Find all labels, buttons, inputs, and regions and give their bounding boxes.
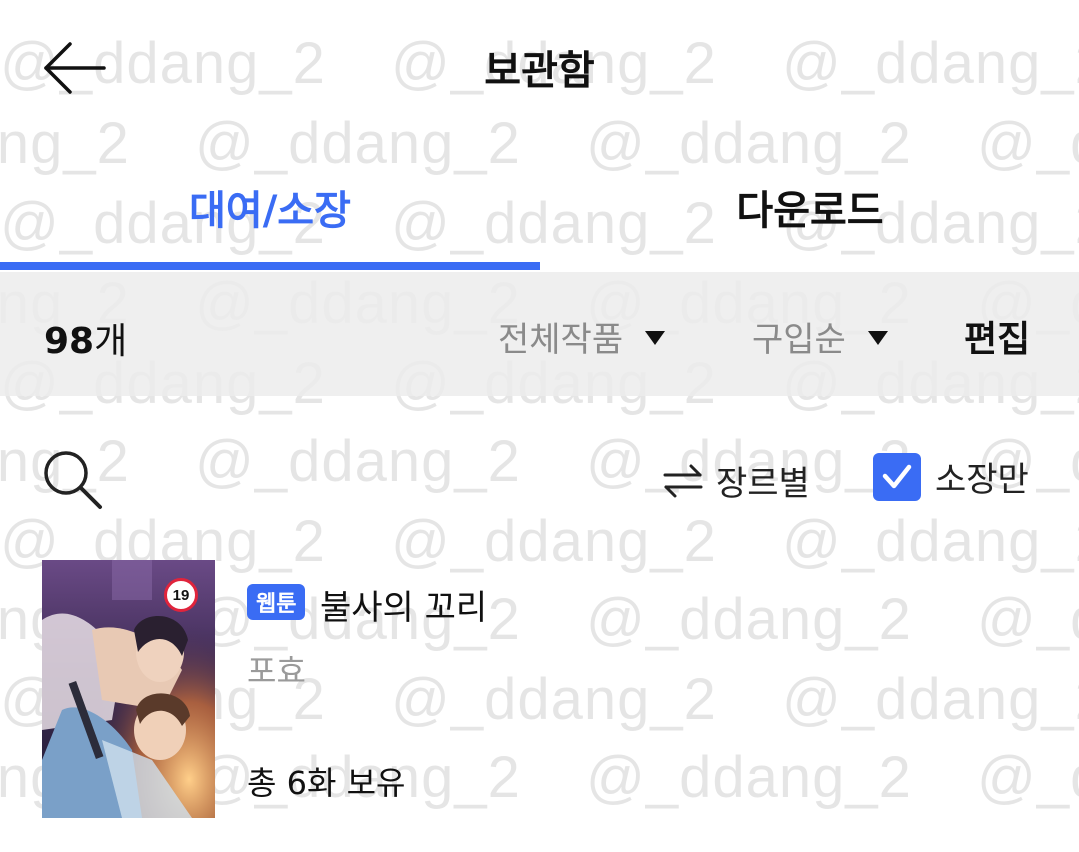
page-title: 보관함: [484, 48, 595, 94]
owned-only-checkbox[interactable]: [873, 452, 921, 501]
item-count-unit: 개: [94, 321, 128, 362]
search-button[interactable]: [40, 446, 106, 512]
search-icon: [44, 451, 102, 509]
caret-down-icon: [867, 331, 888, 345]
app-header: 보관함: [0, 0, 1079, 130]
tab-label: 대여/소장: [189, 188, 351, 234]
age-rating-badge: 19: [164, 578, 198, 612]
content-type-badge: 웹툰: [247, 584, 306, 620]
item-count-number: 98: [44, 321, 95, 362]
owned-episodes: 총 6화 보유: [247, 764, 406, 802]
toolbar-row: 장르별 소장만: [0, 430, 1079, 530]
sort-label: 구입순: [752, 319, 846, 360]
checkmark-icon: [882, 464, 912, 488]
item-author: 포효: [247, 652, 306, 690]
genre-sort-button[interactable]: 장르별: [662, 456, 810, 505]
owned-only-toggle[interactable]: 소장만: [873, 452, 1029, 501]
owned-only-label: 소장만: [935, 460, 1029, 500]
active-tab-indicator: [0, 262, 540, 270]
library-item[interactable]: 19 웹툰 불사의 꼬리 포효 총 6화 보유: [0, 558, 1079, 822]
tab-bar: 대여/소장 다운로드: [0, 160, 1079, 272]
swap-arrows-icon: [663, 464, 703, 497]
filter-all-dropdown[interactable]: 전체작품: [498, 314, 666, 360]
genre-sort-label: 장르별: [716, 464, 810, 504]
filter-all-label: 전체작품: [498, 319, 624, 360]
edit-button[interactable]: 편집: [964, 310, 1030, 362]
tab-download[interactable]: 다운로드: [540, 160, 1079, 272]
sort-dropdown[interactable]: 구입순: [752, 314, 888, 360]
item-count: 98개: [44, 312, 127, 364]
caret-down-icon: [645, 331, 666, 345]
item-title: 불사의 꼬리: [320, 588, 488, 628]
cover-thumbnail: 19: [42, 560, 215, 818]
tab-rental-owned[interactable]: 대여/소장: [0, 160, 540, 272]
tab-label: 다운로드: [736, 188, 884, 234]
filter-bar: 98개 전체작품 구입순 편집: [0, 272, 1079, 396]
